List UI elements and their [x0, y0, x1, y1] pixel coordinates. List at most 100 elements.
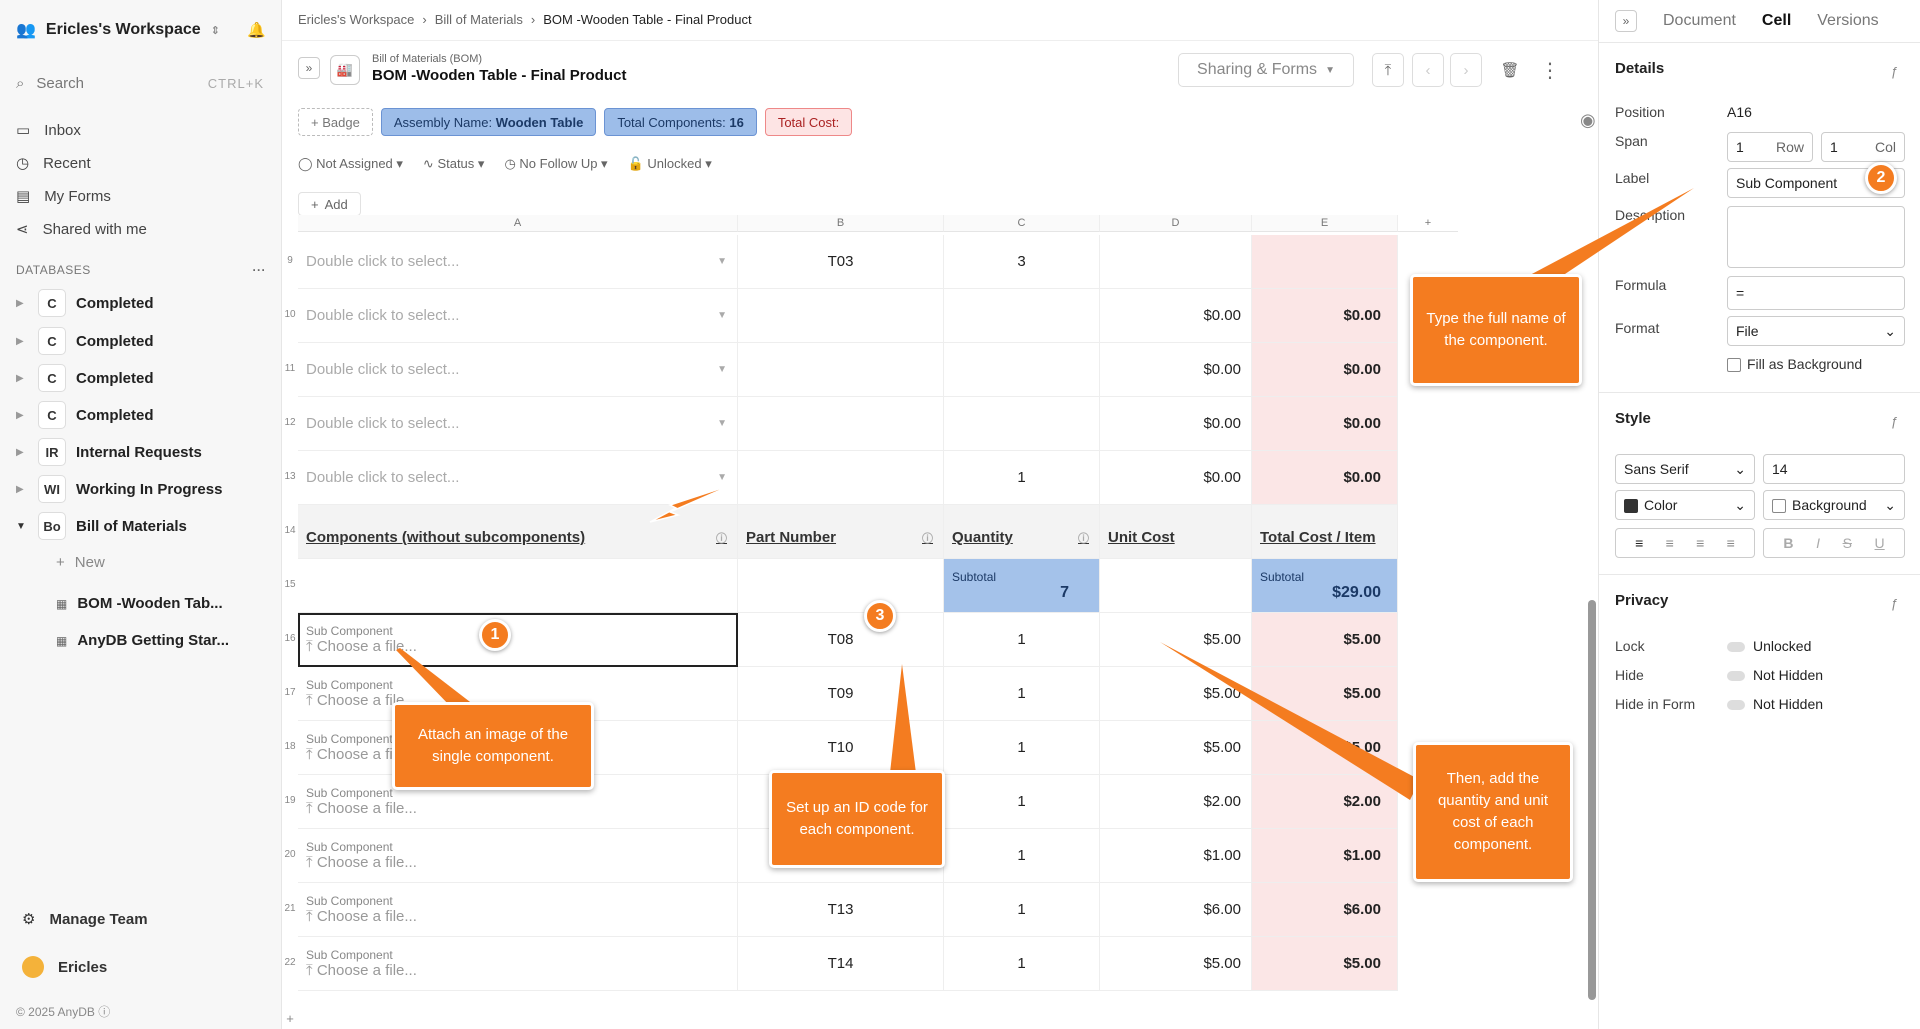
unit-cost-cell[interactable]: $0.00	[1100, 343, 1252, 397]
column-title-c[interactable]: Quantity ⓘ	[944, 505, 1100, 559]
subtotal-cost-cell[interactable]: Subtotal $29.00	[1252, 559, 1398, 613]
workspace-switcher[interactable]: 👥 Ericles's Workspace ⇕ 🔔	[16, 20, 266, 40]
file-cell[interactable]: Sub Component ⤒ Choose a file...	[298, 613, 738, 667]
caret-right-icon[interactable]: ▶	[16, 373, 38, 384]
info-icon[interactable]: ⓘ	[1078, 530, 1089, 546]
lock-toggle[interactable]: Unlocked	[1727, 638, 1811, 654]
file-cell[interactable]: Sub Component ⤒ Choose a file...	[298, 937, 738, 991]
font-size-input[interactable]: 14	[1763, 454, 1905, 484]
total-cost-cell[interactable]: $5.00	[1252, 667, 1398, 721]
info-icon[interactable]: ⓘ	[922, 530, 933, 546]
unit-cost-cell[interactable]: $5.00	[1100, 613, 1252, 667]
total-cost-cell[interactable]: $5.00	[1252, 721, 1398, 775]
quantity-cell[interactable]: 1	[944, 667, 1100, 721]
column-header[interactable]: A	[298, 215, 738, 232]
column-header[interactable]: D	[1100, 215, 1252, 232]
db-item-bill-of-materials[interactable]: ▼ Bo Bill of Materials	[16, 510, 276, 542]
more-icon[interactable]: ···	[253, 263, 267, 277]
description-textarea[interactable]	[1727, 206, 1905, 268]
components-badge[interactable]: Total Components: 16	[604, 108, 757, 136]
hide-in-form-toggle[interactable]: Not Hidden	[1727, 696, 1823, 712]
justify-icon[interactable]: ≡	[1727, 535, 1735, 551]
quantity-cell[interactable]	[944, 397, 1100, 451]
total-cost-cell[interactable]: $5.00	[1252, 613, 1398, 667]
user-profile[interactable]: Ericles	[22, 956, 107, 978]
tab-cell[interactable]: Cell	[1762, 12, 1791, 30]
doc-item-bom[interactable]: ▦ BOM -Wooden Tab...	[56, 595, 223, 612]
part-number-cell[interactable]: T08	[738, 613, 944, 667]
part-number-cell[interactable]: T14	[738, 937, 944, 991]
nav-shared[interactable]: ⋖ Shared with me	[16, 215, 266, 243]
unit-cost-cell[interactable]: $0.00	[1100, 451, 1252, 505]
total-cost-cell[interactable]: $0.00	[1252, 343, 1398, 397]
fill-background-checkbox[interactable]: Fill as Background	[1727, 356, 1862, 373]
quantity-cell[interactable]: 1	[944, 937, 1100, 991]
subtotal-quantity-cell[interactable]: Subtotal 7	[944, 559, 1100, 613]
quantity-cell[interactable]: 1	[944, 721, 1100, 775]
nav-inbox[interactable]: ▭ Inbox	[16, 116, 266, 144]
unit-cost-cell[interactable]	[1100, 235, 1252, 289]
part-number-cell[interactable]: T09	[738, 667, 944, 721]
span-row-input[interactable]: 1 Row	[1727, 132, 1813, 162]
total-cost-cell[interactable]: $0.00	[1252, 451, 1398, 505]
hide-toggle[interactable]: Not Hidden	[1727, 667, 1823, 683]
delete-button[interactable]: 🗑	[1494, 53, 1526, 87]
next-button[interactable]: ›	[1450, 53, 1482, 87]
file-cell[interactable]: Sub Component ⤒ Choose a file...	[298, 883, 738, 937]
eye-icon[interactable]: ◉	[1580, 110, 1596, 131]
quantity-cell[interactable]	[944, 289, 1100, 343]
more-button[interactable]: ⋮	[1534, 53, 1566, 87]
total-cost-cell[interactable]: $5.00	[1252, 937, 1398, 991]
align-left-icon[interactable]: ≡	[1635, 535, 1643, 551]
info-icon[interactable]: ⓘ	[716, 530, 727, 546]
db-item[interactable]: ▶ C Completed	[16, 325, 276, 357]
quantity-cell[interactable]	[944, 343, 1100, 397]
part-number-cell[interactable]: T13	[738, 883, 944, 937]
column-title-e[interactable]: Total Cost / Item	[1252, 505, 1398, 559]
add-field-button[interactable]: + Add	[298, 192, 361, 216]
part-number-cell[interactable]	[738, 397, 944, 451]
breadcrumb-database[interactable]: Bill of Materials	[435, 12, 523, 27]
total-cost-cell[interactable]: $2.00	[1252, 775, 1398, 829]
unit-cost-cell[interactable]: $5.00	[1100, 937, 1252, 991]
status-dropdown[interactable]: ∿ Status ▾	[423, 156, 485, 172]
nav-my-forms[interactable]: ▤ My Forms	[16, 182, 266, 210]
caret-right-icon[interactable]: ▶	[16, 336, 38, 347]
total-cost-cell[interactable]: $1.00	[1252, 829, 1398, 883]
db-item[interactable]: ▶ C Completed	[16, 399, 276, 431]
format-select[interactable]: File ⌄	[1727, 316, 1905, 346]
caret-down-icon[interactable]: ▼	[16, 521, 38, 532]
caret-right-icon[interactable]: ▶	[16, 410, 38, 421]
underline-icon[interactable]: U	[1875, 535, 1885, 551]
italic-icon[interactable]: I	[1816, 535, 1820, 551]
breadcrumb-workspace[interactable]: Ericles's Workspace	[298, 12, 414, 27]
column-title-a[interactable]: Components (without subcomponents) ⓘ	[298, 505, 738, 559]
align-right-icon[interactable]: ≡	[1696, 535, 1704, 551]
text-color-select[interactable]: Color ⌄	[1615, 490, 1755, 520]
lock-dropdown[interactable]: 🔓 Unlocked ▾	[628, 156, 712, 172]
vertical-scrollbar[interactable]	[1588, 600, 1596, 1000]
manage-team-button[interactable]: ⚙ Manage Team	[22, 910, 148, 929]
select-cell[interactable]: Double click to select... ▼	[298, 289, 738, 343]
select-cell[interactable]: Double click to select... ▼	[298, 451, 738, 505]
info-icon[interactable]: ⓘ	[98, 1005, 110, 1019]
select-cell[interactable]: Double click to select... ▼	[298, 235, 738, 289]
total-cost-cell[interactable]: $6.00	[1252, 883, 1398, 937]
assembly-badge[interactable]: Assembly Name: Wooden Table	[380, 108, 597, 136]
add-badge-button[interactable]: + Badge	[298, 108, 373, 136]
caret-right-icon[interactable]: ▶	[16, 484, 38, 495]
column-header[interactable]: E	[1252, 215, 1398, 232]
prev-button[interactable]: ‹	[1412, 53, 1444, 87]
span-col-input[interactable]: 1 Col	[1821, 132, 1905, 162]
total-cost-cell[interactable]: $0.00	[1252, 397, 1398, 451]
total-cost-badge[interactable]: Total Cost:	[764, 108, 853, 136]
quantity-cell[interactable]: 1	[944, 613, 1100, 667]
part-number-cell[interactable]: T10	[738, 721, 944, 775]
follow-up-dropdown[interactable]: ◷ No Follow Up ▾	[504, 156, 607, 172]
bold-icon[interactable]: B	[1783, 535, 1793, 551]
quantity-cell[interactable]: 1	[944, 883, 1100, 937]
part-number-cell[interactable]	[738, 343, 944, 397]
file-cell[interactable]: Sub Component ⤒ Choose a file...	[298, 829, 738, 883]
db-item[interactable]: ▶ C Completed	[16, 287, 276, 319]
tab-document[interactable]: Document	[1663, 12, 1736, 30]
